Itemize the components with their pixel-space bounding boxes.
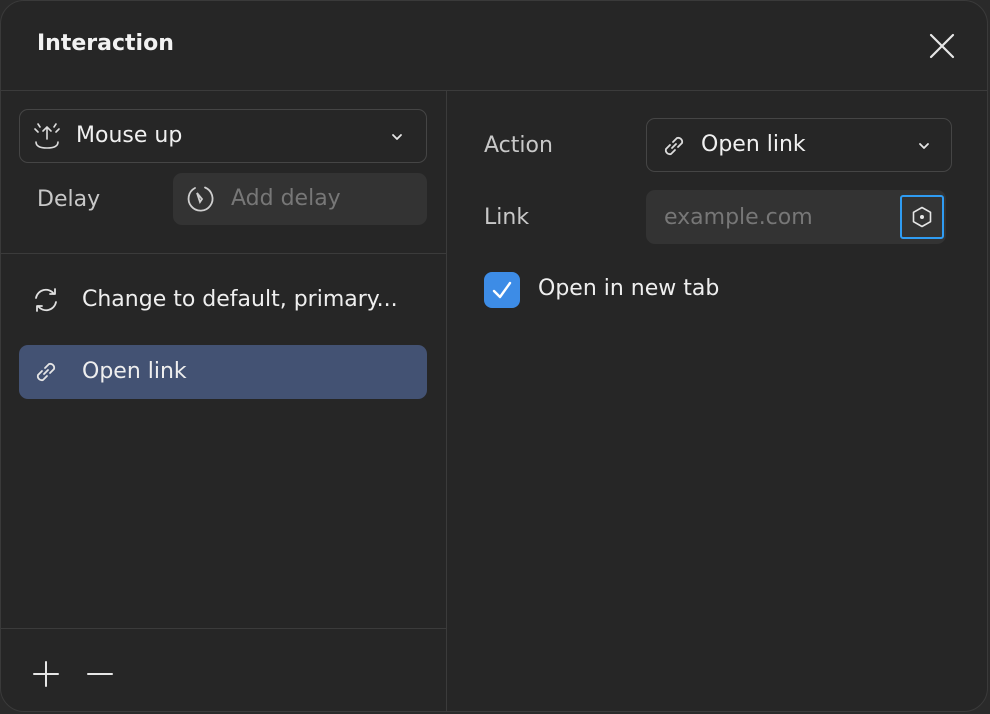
delay-label: Delay — [37, 187, 101, 212]
insert-variable-button[interactable] — [900, 195, 944, 239]
mouse-up-icon — [34, 123, 60, 149]
minus-icon — [87, 673, 113, 675]
chevron-down-icon — [392, 134, 402, 140]
interaction-item-open-link[interactable]: Open link — [19, 345, 427, 399]
link-icon — [36, 362, 56, 382]
link-label: Link — [484, 205, 530, 230]
checkmark-icon — [492, 281, 512, 299]
delay-input[interactable]: Add delay — [173, 173, 427, 225]
dialog-title: Interaction — [37, 31, 174, 56]
close-icon — [929, 33, 955, 59]
interaction-details-panel: Action Open link Link example.com Open i… — [448, 91, 987, 711]
remove-interaction-button[interactable] — [85, 659, 115, 689]
dialog-header: Interaction — [1, 1, 987, 91]
refresh-icon — [35, 288, 57, 312]
action-select[interactable]: Open link — [646, 118, 952, 172]
timer-icon — [187, 186, 214, 212]
action-value: Open link — [701, 132, 806, 157]
action-label: Action — [484, 133, 553, 158]
divider — [1, 628, 446, 629]
divider — [1, 253, 446, 254]
trigger-select[interactable]: Mouse up — [19, 109, 427, 163]
link-input[interactable]: example.com — [646, 190, 946, 244]
trigger-label: Mouse up — [76, 123, 183, 148]
link-placeholder: example.com — [664, 205, 813, 230]
plus-icon — [33, 661, 59, 687]
add-interaction-button[interactable] — [31, 659, 61, 689]
open-new-tab-label[interactable]: Open in new tab — [538, 276, 719, 301]
chevron-down-icon — [919, 143, 929, 149]
hexagon-icon — [912, 206, 932, 228]
interaction-item-label: Change to default, primary... — [82, 287, 398, 312]
open-new-tab-checkbox[interactable] — [484, 272, 520, 308]
interactions-panel: Mouse up Delay Add delay Change to defau… — [1, 91, 447, 711]
close-button[interactable] — [927, 31, 957, 61]
interaction-dialog: Interaction Mouse up Delay Add delay Cha… — [0, 0, 988, 712]
link-icon — [664, 136, 684, 156]
interaction-item-label: Open link — [82, 359, 187, 384]
interaction-item-change-state[interactable]: Change to default, primary... — [19, 273, 427, 327]
delay-placeholder: Add delay — [231, 186, 341, 211]
